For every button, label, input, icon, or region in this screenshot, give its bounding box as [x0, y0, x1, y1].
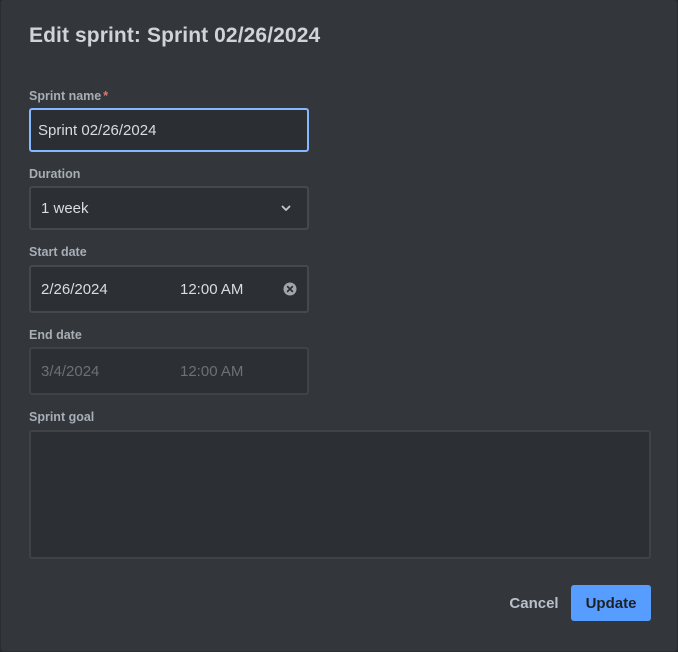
sprint-goal-textarea[interactable] [31, 432, 649, 557]
end-date-field: 3/4/2024 12:00 AM [29, 347, 309, 395]
start-date-value[interactable]: 2/26/2024 [41, 281, 108, 298]
sprint-name-field[interactable] [29, 108, 309, 152]
duration-select[interactable]: 1 week [29, 186, 309, 230]
clear-icon[interactable] [283, 282, 297, 296]
sprint-name-input[interactable] [31, 110, 307, 150]
duration-label: Duration [29, 167, 81, 181]
sprint-name-label: Sprint name * [29, 89, 108, 103]
sprint-goal-field[interactable] [29, 430, 651, 559]
required-marker: * [103, 89, 109, 103]
sprint-name-label-text: Sprint name [29, 89, 102, 103]
start-time-value[interactable]: 12:00 AM [180, 281, 243, 298]
start-date-field[interactable]: 2/26/2024 12:00 AM [29, 265, 309, 313]
edit-sprint-dialog: Edit sprint: Sprint 02/26/2024 Sprint na… [1, 0, 677, 651]
end-time-value: 12:00 AM [180, 363, 244, 380]
duration-selected-value: 1 week [41, 200, 89, 217]
cancel-button[interactable]: Cancel [501, 586, 567, 620]
sprint-goal-label: Sprint goal [29, 410, 95, 424]
dialog-title: Edit sprint: Sprint 02/26/2024 [29, 24, 321, 47]
end-date-label: End date [29, 328, 82, 342]
end-date-value: 3/4/2024 [41, 363, 100, 380]
start-date-label: Start date [29, 245, 87, 259]
chevron-down-icon [281, 205, 291, 211]
update-button[interactable]: Update [571, 585, 651, 621]
